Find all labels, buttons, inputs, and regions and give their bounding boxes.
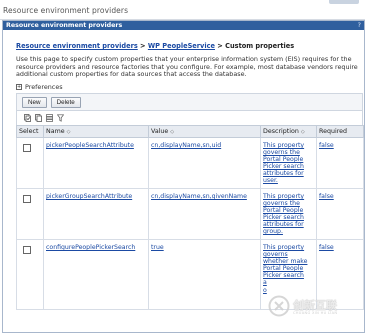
sort-icon[interactable]: ◇ (170, 129, 174, 135)
panel-header: Resource environment providers ? (3, 21, 364, 30)
name-cell: configurePeoplePickerSearch (43, 239, 149, 310)
description-line[interactable]: governs (263, 251, 314, 258)
table-icon-toolbar (16, 111, 363, 125)
property-value[interactable]: true (151, 244, 164, 251)
window-titlebar: Resource environment providers (0, 0, 365, 20)
deselect-all-icon[interactable] (35, 114, 42, 122)
preferences-toggle[interactable]: + Preferences (16, 83, 63, 91)
page-description: Use this page to specify custom properti… (16, 55, 358, 79)
description-line[interactable]: Portal People (263, 265, 314, 272)
property-value[interactable]: cn,displayName,sn,givenName (151, 193, 247, 200)
name-cell: pickerPeopleSearchAttribute (43, 137, 149, 189)
value-cell: cn,displayName,sn,uid (148, 137, 261, 189)
value-cell: cn,displayName,sn,givenName (148, 188, 261, 240)
breadcrumb: Resource environment providers > WP Peop… (16, 42, 294, 50)
description-line[interactable]: o (263, 287, 314, 294)
name-cell: pickerGroupSearchAttribute (43, 188, 149, 240)
table-header-row: Select Name ◇ Value ◇ Description ◇ Require… (16, 125, 364, 138)
required-cell: false (316, 137, 364, 189)
sort-icon[interactable]: ◇ (301, 129, 305, 135)
window-title: Resource environment providers (3, 6, 129, 15)
select-cell (16, 188, 44, 240)
required-cell: false (316, 188, 364, 240)
description-line[interactable]: Picker search (263, 272, 314, 279)
description-line[interactable]: This property (263, 244, 314, 251)
watermark: 创新互联 CHUANG XIN HU LIAN (268, 295, 337, 319)
description-line[interactable]: This property (263, 193, 314, 200)
description-line[interactable]: Portal People (263, 156, 314, 163)
column-header-name[interactable]: Name ◇ (43, 125, 149, 138)
property-value[interactable]: cn,displayName,sn,uid (151, 142, 221, 149)
description-line[interactable]: Picker search (263, 163, 314, 170)
breadcrumb-link-peopleservice[interactable]: WP PeopleService (148, 42, 215, 50)
property-name-link[interactable]: pickerGroupSearchAttribute (46, 193, 132, 200)
property-name-link[interactable]: pickerPeopleSearchAttribute (46, 142, 134, 149)
show-filter-icon[interactable] (46, 114, 53, 122)
breadcrumb-link-providers[interactable]: Resource environment providers (16, 42, 138, 50)
description-line[interactable]: whether make (263, 258, 314, 265)
description-line[interactable]: attributes for (263, 221, 314, 228)
column-header-description[interactable]: Description ◇ (260, 125, 317, 138)
row-select-checkbox[interactable] (23, 246, 31, 254)
breadcrumb-separator: > (214, 42, 226, 50)
description-line[interactable]: Picker search (263, 214, 314, 221)
property-name-link[interactable]: configurePeoplePickerSearch (46, 244, 135, 251)
description-line[interactable]: Portal People (263, 207, 314, 214)
value-cell: true (148, 239, 261, 310)
delete-button[interactable]: Delete (50, 96, 81, 108)
button-toolbar: New Delete (16, 93, 363, 111)
select-cell (16, 239, 44, 310)
content-panel: Resource environment providers ? Resourc… (2, 20, 365, 333)
row-select-checkbox[interactable] (23, 144, 31, 152)
watermark-logo-icon (268, 295, 290, 319)
description-line[interactable]: group. (263, 228, 314, 235)
window-scroll-tab (329, 0, 359, 4)
description-line[interactable]: governs the (263, 200, 314, 207)
description-line[interactable]: This property (263, 142, 314, 149)
table-row: pickerPeopleSearchAttribute cn,displayNa… (16, 137, 364, 189)
required-value[interactable]: false (319, 244, 334, 251)
clear-filter-icon[interactable] (57, 114, 64, 122)
column-header-required: Required (316, 125, 364, 138)
description-cell: This property governs the Portal People … (260, 188, 317, 240)
required-value[interactable]: false (319, 142, 334, 149)
description-cell: This property governs the Portal People … (260, 137, 317, 189)
watermark-text: 创新互联 (293, 298, 337, 312)
column-header-value[interactable]: Value ◇ (148, 125, 261, 138)
description-line[interactable]: attributes for (263, 170, 314, 177)
sort-icon[interactable]: ◇ (67, 129, 71, 135)
watermark-subtext: CHUANG XIN HU LIAN (293, 310, 338, 315)
select-cell (16, 137, 44, 189)
breadcrumb-separator: > (137, 42, 148, 50)
custom-properties-table: Select Name ◇ Value ◇ Description ◇ Require… (16, 125, 364, 310)
row-select-checkbox[interactable] (23, 195, 31, 203)
breadcrumb-current: Custom properties (225, 42, 295, 50)
new-button[interactable]: New (22, 96, 47, 108)
preferences-label: Preferences (25, 83, 63, 91)
table-row: pickerGroupSearchAttribute cn,displayNam… (16, 188, 364, 240)
description-line[interactable]: a (263, 279, 314, 286)
select-all-icon[interactable] (24, 114, 31, 122)
panel-title: Resource environment providers (6, 22, 123, 29)
expand-icon[interactable]: + (16, 84, 22, 90)
help-icon[interactable]: ? (358, 21, 361, 30)
description-line[interactable]: governs the (263, 149, 314, 156)
column-header-select: Select (16, 125, 44, 138)
description-line[interactable]: user. (263, 177, 314, 184)
required-value[interactable]: false (319, 193, 334, 200)
